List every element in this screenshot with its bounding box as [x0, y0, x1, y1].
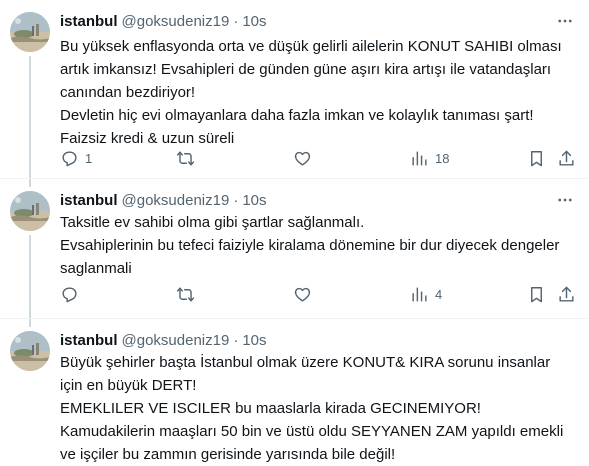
view-count: 4 [435, 286, 443, 302]
reply-button[interactable]: 1 [60, 148, 92, 168]
view-count: 18 [435, 150, 450, 166]
avatar[interactable] [10, 191, 50, 231]
like-button[interactable] [293, 284, 318, 304]
timestamp[interactable]: 10s [242, 332, 266, 349]
bookmark-button[interactable] [527, 148, 546, 168]
share-icon [559, 286, 574, 302]
views-button[interactable]: 18 [410, 148, 449, 168]
thread-connector [29, 179, 31, 187]
thread-connector [29, 56, 31, 178]
heart-icon [294, 151, 311, 166]
author-name[interactable]: istanbul [60, 332, 118, 349]
views-chart-icon [412, 150, 427, 166]
author-handle[interactable]: @goksudeniz19 [122, 13, 230, 30]
tweet[interactable]: istanbul @goksudeniz19 · 10s Büyük şehir… [0, 319, 589, 463]
views-chart-icon [412, 286, 427, 302]
bookmark-button[interactable] [527, 284, 546, 304]
action-bar: 4 [60, 284, 577, 304]
more-horizontal-icon [558, 198, 572, 202]
author-handle[interactable]: @goksudeniz19 [122, 192, 230, 209]
tweet-text: Taksitle ev sahibi olma gibi şartlar sağ… [60, 214, 560, 277]
bookmark-icon [531, 286, 542, 302]
separator-dot: · [233, 12, 239, 30]
like-button[interactable] [293, 148, 318, 168]
more-options-button[interactable] [555, 11, 575, 31]
separator-dot: · [233, 191, 239, 209]
heart-icon [294, 287, 311, 302]
separator-dot: · [233, 331, 239, 349]
tweet-text: Büyük şehirler başta İstanbul olmak üzer… [60, 354, 564, 463]
share-button[interactable] [557, 148, 576, 168]
retweet-icon [176, 150, 195, 166]
reply-icon [62, 150, 77, 166]
more-options-button[interactable] [555, 190, 575, 210]
thread-connector [29, 235, 31, 318]
tweet[interactable]: istanbul @goksudeniz19 · 10s Bu yüksek e… [0, 0, 589, 179]
avatar[interactable] [10, 331, 50, 371]
tweet-text: Bu yüksek enflasyonda orta ve düşük geli… [60, 38, 562, 147]
thread-connector [29, 319, 31, 327]
reply-count: 1 [85, 150, 93, 166]
author-name[interactable]: istanbul [60, 192, 118, 209]
tweet-header: istanbul @goksudeniz19 · 10s [60, 330, 267, 350]
reply-button[interactable] [60, 284, 85, 304]
timestamp[interactable]: 10s [242, 192, 266, 209]
share-icon [559, 150, 574, 166]
action-bar: 1 18 [60, 148, 577, 168]
reply-icon [62, 286, 77, 302]
avatar[interactable] [10, 12, 50, 52]
tweet[interactable]: istanbul @goksudeniz19 · 10s Taksitle ev… [0, 179, 589, 319]
retweet-icon [176, 286, 195, 302]
views-button[interactable]: 4 [410, 284, 442, 304]
timestamp[interactable]: 10s [242, 13, 266, 30]
more-horizontal-icon [558, 19, 572, 23]
tweet-header: istanbul @goksudeniz19 · 10s [60, 11, 267, 31]
retweet-button[interactable] [176, 284, 201, 304]
retweet-button[interactable] [176, 148, 201, 168]
author-handle[interactable]: @goksudeniz19 [122, 332, 230, 349]
bookmark-icon [531, 150, 542, 166]
share-button[interactable] [557, 284, 576, 304]
author-name[interactable]: istanbul [60, 13, 118, 30]
tweet-header: istanbul @goksudeniz19 · 10s [60, 190, 267, 210]
